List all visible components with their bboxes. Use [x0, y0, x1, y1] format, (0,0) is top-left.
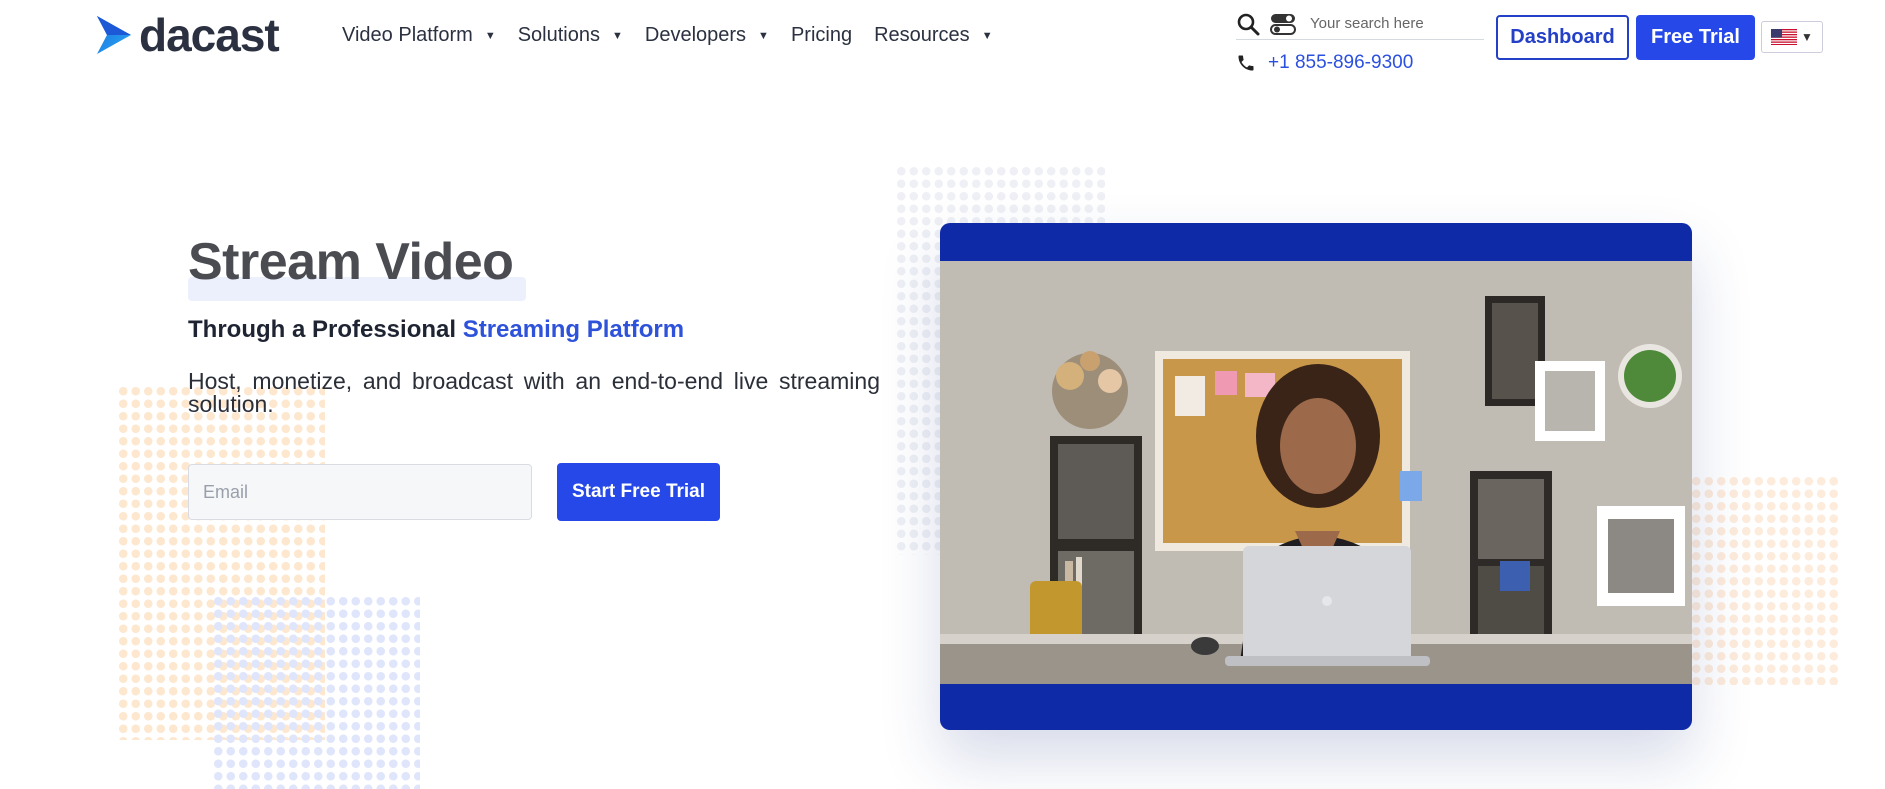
- hero-subtitle-accent: Streaming Platform: [462, 316, 685, 343]
- start-free-trial-button[interactable]: Start Free Trial: [557, 463, 720, 521]
- nav-item-resources[interactable]: Resources ▼: [874, 24, 993, 47]
- language-selector[interactable]: ▼: [1761, 21, 1823, 53]
- nav-item-label: Pricing: [790, 24, 853, 46]
- main-nav: Video Platform ▼ Solutions ▼ Developers …: [342, 24, 1015, 47]
- email-field[interactable]: [188, 464, 532, 520]
- caret-down-icon: ▼: [1801, 30, 1813, 44]
- hero-title-block: Stream Video: [188, 232, 526, 301]
- hero-subtitle-prefix: Through a Professional: [188, 316, 463, 343]
- caret-down-icon: ▼: [758, 29, 769, 42]
- us-flag-icon: [1771, 29, 1798, 45]
- phone-contact[interactable]: +1 855-896-9300: [1236, 52, 1413, 74]
- toggle-icon[interactable]: [1270, 12, 1296, 36]
- hero-title: Stream Video: [188, 233, 514, 291]
- dacast-logo-icon: [97, 16, 131, 54]
- video-player[interactable]: [940, 223, 1692, 730]
- caret-down-icon: ▼: [981, 29, 993, 42]
- brand-logo[interactable]: dacast: [95, 9, 280, 61]
- nav-item-developers[interactable]: Developers ▼: [645, 24, 769, 47]
- caret-down-icon: ▼: [484, 29, 496, 42]
- dashboard-button[interactable]: Dashboard: [1496, 15, 1629, 60]
- dot-pattern-right: [1690, 475, 1840, 685]
- phone-icon: [1238, 55, 1254, 71]
- phone-number[interactable]: +1 855-896-9300: [1268, 52, 1413, 74]
- search-icon[interactable]: [1236, 12, 1260, 36]
- nav-item-label: Developers: [644, 24, 747, 46]
- hero-subtitle: Through a Professional Streaming Platfor…: [188, 316, 684, 344]
- nav-item-label: Solutions: [517, 24, 600, 46]
- nav-item-label: Resources: [874, 24, 970, 46]
- video-preview-image: [940, 261, 1692, 684]
- dot-pattern-blue: [212, 595, 420, 789]
- brand-name: dacast: [139, 9, 280, 61]
- caret-down-icon: ▼: [611, 29, 623, 42]
- nav-item-video-platform[interactable]: Video Platform ▼: [342, 24, 496, 47]
- nav-item-solutions[interactable]: Solutions ▼: [518, 24, 623, 47]
- nav-item-pricing[interactable]: Pricing: [791, 24, 852, 47]
- search-bar: [1236, 8, 1484, 40]
- hero-description: Host, monetize, and broadcast with an en…: [188, 368, 880, 417]
- free-trial-button[interactable]: Free Trial: [1636, 15, 1755, 60]
- site-header: dacast Video Platform ▼ Solutions ▼ Deve…: [0, 0, 1885, 80]
- nav-item-label: Video Platform: [342, 24, 473, 46]
- search-input[interactable]: [1310, 15, 1470, 32]
